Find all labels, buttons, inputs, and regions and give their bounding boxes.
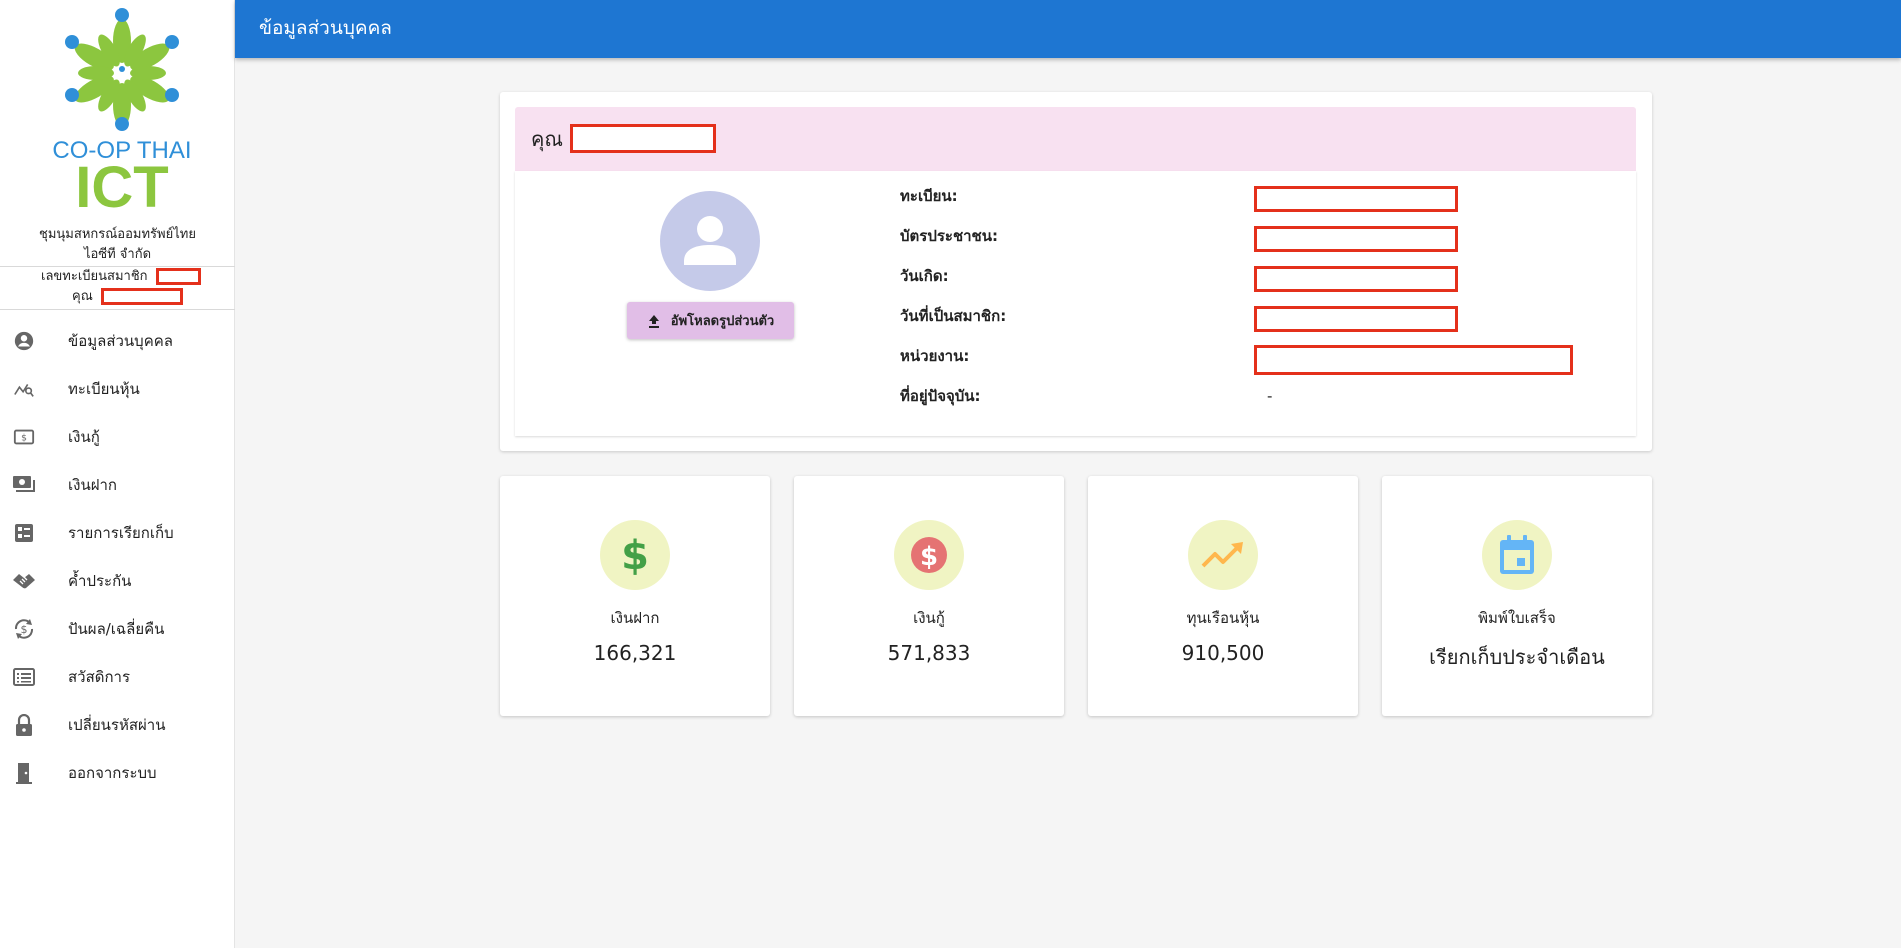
list-checklist-icon [12, 521, 36, 545]
calendar-icon [1482, 520, 1552, 590]
stat-value: 571,833 [887, 641, 971, 665]
field-value-address: - [1267, 387, 1273, 405]
sidebar-item-label: ออกจากระบบ [68, 764, 157, 782]
member-no-label: เลขทะเบียนสมาชิก [41, 269, 148, 284]
stat-card-print-receipt[interactable]: พิมพ์ใบเสร็จ เรียกเก็บประจำเดือน [1382, 476, 1652, 716]
sidebar-item-change-password[interactable]: เปลี่ยนรหัสผ่าน [0, 701, 235, 749]
field-label-register: ทะเบียน: [900, 187, 958, 205]
sidebar-item-label: สวัสดิการ [68, 668, 131, 686]
sidebar-item-label: ปันผล/เฉลี่ยคืน [68, 620, 165, 638]
profile-header: คุณ [515, 107, 1636, 171]
sidebar-item-dividend[interactable]: $ ปันผล/เฉลี่ยคืน [0, 605, 235, 653]
org-name-line2: ไอซีที จำกัด [83, 247, 152, 262]
stat-label: เงินกู้ [913, 609, 945, 627]
field-value-member-since [1254, 306, 1458, 332]
field-label-address: ที่อยู่ปัจจุบัน: [900, 387, 981, 405]
org-name-line1: ชุมนุมสหกรณ์ออมทรัพย์ไทย [39, 227, 196, 242]
svg-text:$: $ [621, 533, 649, 577]
logo-text-ict: ICT [75, 155, 168, 210]
page-title: ข้อมูลส่วนบุคคล [259, 17, 392, 39]
app-header: ข้อมูลส่วนบุคคล [235, 0, 1901, 58]
sidebar-item-guarantee[interactable]: ค้ำประกัน [0, 557, 235, 605]
field-value-birthdate [1254, 266, 1458, 292]
sidebar-nav: ข้อมูลส่วนบุคคล ทะเบียนหุ้น $ เงินกู้ เง… [0, 317, 235, 797]
stat-value: เรียกเก็บประจำเดือน [1429, 645, 1605, 669]
refresh-dollar-icon: $ [12, 617, 36, 641]
coop-logo: CO-OP THAI ICT [0, 0, 235, 220]
field-label-department: หน่วยงาน: [900, 347, 970, 365]
sidebar-item-profile[interactable]: ข้อมูลส่วนบุคคล [0, 317, 235, 365]
sidebar-item-label: เปลี่ยนรหัสผ่าน [68, 716, 166, 734]
member-no-redacted [155, 268, 201, 285]
lock-icon [12, 713, 36, 737]
field-label-birthdate: วันเกิด: [900, 267, 949, 285]
trending-up-icon [1188, 520, 1258, 590]
upload-photo-label: อัพโหลดรูปส่วนตัว [670, 314, 775, 329]
stat-value: 910,500 [1181, 641, 1265, 665]
profile-greeting: คุณ [531, 127, 563, 151]
field-value-register [1254, 186, 1458, 212]
account-circle-icon [12, 329, 36, 353]
profile-card: คุณ อัพโหลดรูปส่วนตัว ทะเบียน: บัตรประชา… [500, 92, 1652, 451]
stat-label: เงินฝาก [610, 609, 660, 627]
sidebar-item-shares[interactable]: ทะเบียนหุ้น [0, 365, 235, 413]
sidebar-item-label: ค้ำประกัน [68, 572, 132, 590]
list-box-icon [12, 665, 36, 689]
sidebar-item-logout[interactable]: ออกจากระบบ [0, 749, 235, 797]
sidebar: CO-OP THAI ICT ชุมนุมสหกรณ์ออมทรัพย์ไทย … [0, 0, 235, 948]
upload-icon [647, 314, 661, 328]
svg-text:$: $ [21, 433, 27, 444]
svg-text:$: $ [21, 623, 28, 636]
stat-label: พิมพ์ใบเสร็จ [1478, 609, 1556, 627]
chart-search-icon [12, 377, 36, 401]
stat-value: 166,321 [593, 641, 677, 665]
sidebar-item-loans[interactable]: $ เงินกู้ [0, 413, 235, 461]
sidebar-item-label: เงินฝาก [68, 476, 117, 494]
stat-card-loan[interactable]: $ เงินกู้ 571,833 [794, 476, 1064, 716]
sidebar-item-label: เงินกู้ [68, 428, 100, 446]
upload-photo-button[interactable]: อัพโหลดรูปส่วนตัว [627, 302, 794, 339]
avatar [660, 191, 760, 291]
dollar-icon: $ [600, 520, 670, 590]
exit-door-icon [12, 761, 36, 785]
stat-card-deposit[interactable]: $ เงินฝาก 166,321 [500, 476, 770, 716]
org-name: ชุมนุมสหกรณ์ออมทรัพย์ไทย ไอซีที จำกัด [0, 225, 235, 265]
sidebar-item-welfare[interactable]: สวัสดิการ [0, 653, 235, 701]
cash-icon: $ [12, 425, 36, 449]
sidebar-item-label: รายการเรียกเก็บ [68, 524, 174, 542]
member-name-redacted [100, 288, 183, 305]
sidebar-item-billing[interactable]: รายการเรียกเก็บ [0, 509, 235, 557]
cash-multiple-icon [12, 473, 36, 497]
sidebar-item-deposits[interactable]: เงินฝาก [0, 461, 235, 509]
profile-body: อัพโหลดรูปส่วนตัว ทะเบียน: บัตรประชาชน: … [515, 171, 1636, 436]
sidebar-item-label: ทะเบียนหุ้น [68, 380, 140, 398]
profile-name-redacted [570, 124, 716, 153]
svg-text:$: $ [920, 542, 938, 572]
member-name-label: คุณ [72, 289, 93, 304]
sidebar-item-label: ข้อมูลส่วนบุคคล [68, 332, 173, 350]
stat-label: ทุนเรือนหุ้น [1186, 609, 1260, 627]
field-label-member-since: วันที่เป็นสมาชิก: [900, 307, 1007, 325]
member-info: เลขทะเบียนสมาชิก คุณ [0, 266, 235, 310]
field-value-id-card [1254, 226, 1458, 252]
field-label-id-card: บัตรประชาชน: [900, 227, 998, 245]
stat-card-shares[interactable]: ทุนเรือนหุ้น 910,500 [1088, 476, 1358, 716]
field-value-department [1254, 345, 1573, 375]
dollar-circle-icon: $ [894, 520, 964, 590]
handshake-icon [12, 569, 36, 593]
